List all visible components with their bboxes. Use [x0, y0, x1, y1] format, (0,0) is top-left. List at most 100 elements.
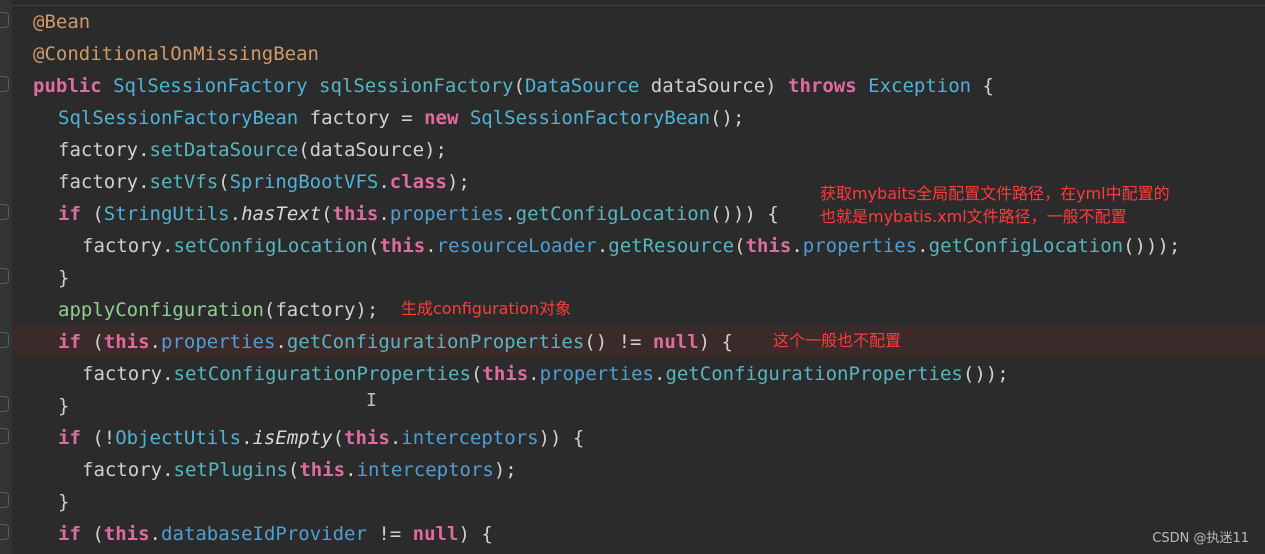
field-token: interceptors [401, 427, 539, 449]
punct-token: ())); [1123, 235, 1181, 257]
code-line-7[interactable]: if (StringUtils.hasText(this.properties.… [58, 198, 779, 230]
code-line-1[interactable]: @Bean [33, 6, 90, 38]
method-token: getResource [608, 235, 735, 257]
type-token: Exception [868, 75, 972, 97]
punct-token: factory = [298, 107, 425, 129]
code-line-10[interactable]: applyConfiguration(factory); [58, 294, 378, 326]
annotation-token: @Bean [33, 11, 91, 33]
punct-token: factory. [58, 171, 150, 193]
punct-token: (! [80, 427, 116, 449]
punct-token: ( [80, 331, 104, 353]
punct-token: ( [367, 235, 380, 257]
keyword-token: public [33, 75, 102, 97]
type-token: DataSource [524, 75, 640, 97]
code-editor[interactable]: @Bean @ConditionalOnMissingBean public S… [0, 0, 1265, 554]
annotation-token: @ConditionalOnMissingBean [33, 43, 319, 65]
keyword-token: this [344, 427, 390, 449]
annotation-note-configuration-properties: 这个一般也不配置 [773, 331, 902, 350]
method-call-token: applyConfiguration [58, 299, 264, 321]
fold-marker-icon[interactable] [0, 492, 9, 508]
keyword-token: this [745, 235, 792, 257]
keyword-token: this [482, 363, 529, 385]
keyword-token: if [58, 331, 81, 353]
code-line-12[interactable]: factory.setConfigurationProperties(this.… [82, 358, 1009, 390]
punct-token: . [596, 235, 609, 257]
punct-token: . [528, 363, 540, 385]
annotation-note-apply-configuration: 生成configuration对象 [401, 299, 572, 318]
fold-marker-icon[interactable] [0, 268, 9, 284]
code-line-15[interactable]: factory.setPlugins(this.interceptors); [82, 454, 517, 486]
field-token: properties [539, 363, 654, 385]
punct-token: ())) { [710, 203, 779, 225]
fold-marker-icon[interactable] [0, 524, 9, 540]
fold-marker-icon[interactable] [0, 428, 9, 444]
type-token: ObjectUtils [115, 427, 242, 449]
fold-marker-icon[interactable] [0, 12, 9, 28]
punct-token: (factory); [263, 299, 379, 321]
fold-marker-icon[interactable] [0, 204, 9, 220]
punct-token: ( [287, 459, 300, 481]
method-token: getConfigLocation [515, 203, 711, 225]
punct-token: . [791, 235, 803, 257]
punct-token: . [275, 331, 287, 353]
fold-marker-icon[interactable] [0, 332, 9, 348]
method-token: getConfigurationProperties [286, 331, 585, 353]
code-line-4[interactable]: SqlSessionFactoryBean factory = new SqlS… [58, 102, 744, 134]
punct-token: factory. [58, 139, 150, 161]
keyword-token: this [332, 203, 379, 225]
method-token: setDataSource [149, 139, 299, 161]
keyword-token: if [58, 203, 81, 225]
type-token: StringUtils [103, 203, 230, 225]
punct-token: { [971, 75, 994, 97]
punct-token: } [58, 267, 70, 289]
punct-token: . [425, 235, 437, 257]
fold-marker-icon[interactable] [0, 76, 9, 92]
code-line-11-highlighted[interactable]: if (this.properties.getConfigurationProp… [12, 326, 1265, 358]
annotation-note-config-location-1: 获取mybaits全局配置文件路径，在yml中配置的 [820, 184, 1170, 203]
keyword-token: this [299, 459, 346, 481]
fold-marker-icon[interactable] [0, 396, 9, 412]
punct-token: . [378, 171, 390, 193]
punct-token: } [58, 395, 70, 417]
punct-token: ); [493, 459, 517, 481]
code-line-3[interactable]: public SqlSessionFactory sqlSessionFacto… [33, 70, 994, 102]
type-token: SpringBootVFS [229, 171, 379, 193]
code-line-13[interactable]: } [58, 390, 69, 422]
punct-token: ( [332, 427, 345, 449]
keyword-token: this [379, 235, 426, 257]
method-token: setPlugins [173, 459, 288, 481]
punct-token: ( [734, 235, 746, 257]
keyword-token: this [103, 523, 150, 545]
punct-token: . [229, 203, 242, 225]
annotation-note-config-location-2: 也就是mybatis.xml文件路径，一般不配置 [820, 207, 1127, 226]
method-token: setVfs [149, 171, 219, 193]
punct-token: ) { [458, 523, 493, 545]
punct-token: . [504, 203, 516, 225]
code-line-6[interactable]: factory.setVfs(SpringBootVFS.class); [58, 166, 470, 198]
code-line-8[interactable]: factory.setConfigLocation(this.resourceL… [82, 230, 1180, 262]
editor-top-border [0, 5, 1265, 6]
code-line-9[interactable]: } [58, 262, 69, 294]
static-method-token: hasText [241, 203, 322, 225]
field-token: databaseIdProvider [161, 523, 367, 545]
static-method-token: isEmpty [252, 427, 333, 449]
keyword-token: null [652, 331, 699, 353]
editor-gutter [0, 0, 12, 554]
field-token: interceptors [356, 459, 494, 481]
punct-token: ) { [698, 331, 733, 353]
punct-token: . [654, 363, 666, 385]
punct-token: != [366, 523, 413, 545]
watermark: CSDN @执迷11 [1152, 531, 1249, 546]
code-line-16[interactable]: } [58, 486, 69, 518]
punct-token: ( [80, 203, 104, 225]
type-token: SqlSessionFactory [113, 75, 308, 97]
code-line-5[interactable]: factory.setDataSource(dataSource); [58, 134, 447, 166]
code-line-2[interactable]: @ConditionalOnMissingBean [33, 38, 319, 70]
code-line-14[interactable]: if (!ObjectUtils.isEmpty(this.intercepto… [58, 422, 584, 454]
code-line-17[interactable]: if (this.databaseIdProvider != null) { [58, 518, 493, 550]
punct-token: ( [321, 203, 333, 225]
punct-token: } [58, 491, 70, 513]
punct-token: ()); [962, 363, 1009, 385]
punct-token: () != [584, 331, 653, 353]
keyword-token: null [412, 523, 459, 545]
